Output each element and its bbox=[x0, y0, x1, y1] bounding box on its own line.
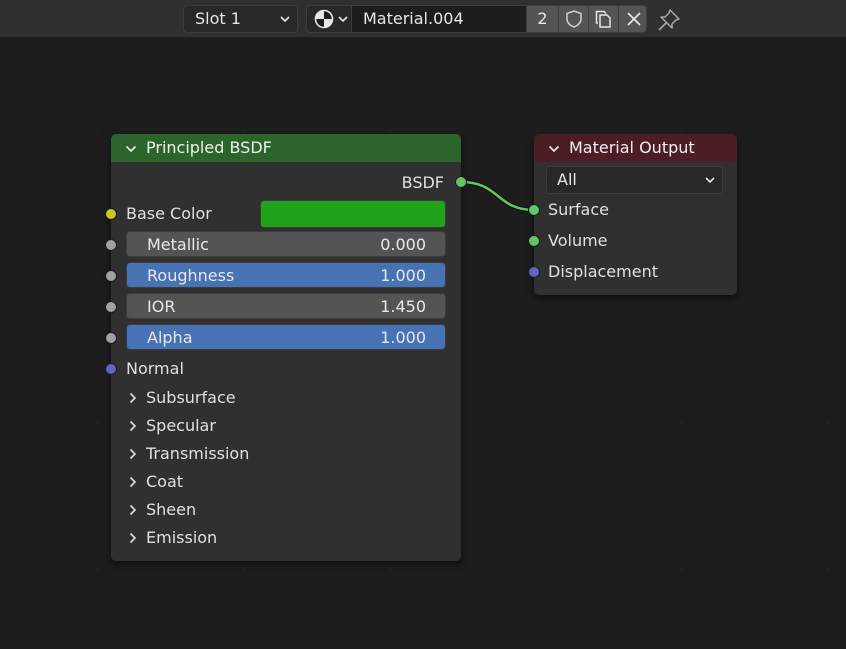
metallic-socket[interactable] bbox=[105, 239, 117, 251]
material-output-node[interactable]: Material Output All Surface Volume Displ… bbox=[534, 134, 737, 295]
chevron-down-icon[interactable] bbox=[548, 143, 560, 155]
alpha-slider[interactable]: Alpha 1.000 bbox=[126, 324, 446, 350]
base-color-swatch[interactable] bbox=[260, 200, 446, 228]
alpha-socket[interactable] bbox=[105, 332, 117, 344]
metallic-slider[interactable]: Metallic 0.000 bbox=[126, 231, 446, 257]
panel-label: Emission bbox=[146, 528, 218, 547]
ior-field[interactable]: IOR 1.450 bbox=[126, 293, 446, 319]
surface-socket[interactable] bbox=[528, 204, 540, 216]
roughness-slider[interactable]: Roughness 1.000 bbox=[126, 262, 446, 288]
volume-socket[interactable] bbox=[528, 235, 540, 247]
normal-socket[interactable] bbox=[105, 363, 117, 375]
chevron-right-icon bbox=[129, 448, 137, 460]
metallic-value: 0.000 bbox=[380, 235, 426, 254]
panel-label: Transmission bbox=[146, 444, 250, 463]
displacement-socket[interactable] bbox=[528, 266, 540, 278]
roughness-label: Roughness bbox=[147, 266, 235, 285]
bsdf-output-socket[interactable] bbox=[455, 176, 467, 188]
chevron-right-icon bbox=[129, 392, 137, 404]
bsdf-output-label: BSDF bbox=[401, 173, 444, 192]
node-title: Material Output bbox=[569, 138, 695, 157]
node-header[interactable]: Material Output bbox=[534, 134, 737, 162]
target-dropdown[interactable]: All bbox=[546, 166, 723, 194]
metallic-label: Metallic bbox=[147, 235, 209, 254]
principled-bsdf-node[interactable]: Principled BSDF BSDF Base Color Metallic… bbox=[111, 134, 461, 561]
base-color-label: Base Color bbox=[126, 204, 212, 223]
chevron-right-icon bbox=[129, 476, 137, 488]
roughness-socket[interactable] bbox=[105, 270, 117, 282]
chevron-down-icon[interactable] bbox=[125, 143, 137, 155]
alpha-value: 1.000 bbox=[380, 328, 426, 347]
panel-label: Sheen bbox=[146, 500, 197, 519]
volume-label: Volume bbox=[548, 231, 608, 250]
ior-label: IOR bbox=[147, 297, 176, 316]
surface-label: Surface bbox=[548, 200, 609, 219]
roughness-value: 1.000 bbox=[380, 266, 426, 285]
panel-label: Coat bbox=[146, 472, 184, 491]
panel-label: Subsurface bbox=[146, 388, 236, 407]
chevron-right-icon bbox=[129, 420, 137, 432]
normal-label: Normal bbox=[126, 359, 184, 378]
panel-label: Specular bbox=[146, 416, 216, 435]
ior-socket[interactable] bbox=[105, 301, 117, 313]
node-title: Principled BSDF bbox=[146, 138, 272, 157]
node-header[interactable]: Principled BSDF bbox=[111, 134, 461, 162]
ior-value: 1.450 bbox=[380, 297, 426, 316]
chevron-right-icon bbox=[129, 504, 137, 516]
alpha-label: Alpha bbox=[147, 328, 193, 347]
chevron-down-icon bbox=[705, 177, 715, 184]
target-value: All bbox=[557, 170, 577, 189]
base-color-socket[interactable] bbox=[105, 208, 117, 220]
chevron-right-icon bbox=[129, 532, 137, 544]
displacement-label: Displacement bbox=[548, 262, 658, 281]
